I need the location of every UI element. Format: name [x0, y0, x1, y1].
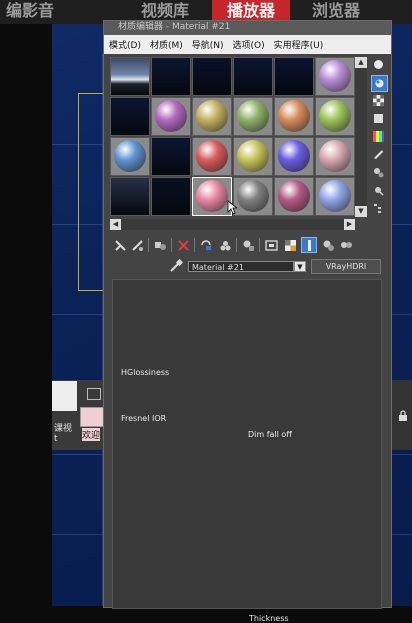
- material-navigator-icon[interactable]: [371, 201, 386, 216]
- assign-to-selection-icon[interactable]: [152, 237, 168, 253]
- select-by-material-icon[interactable]: [371, 183, 386, 198]
- material-toolbar: [110, 235, 385, 255]
- material-sphere: [155, 100, 187, 132]
- make-unique-icon[interactable]: [198, 237, 214, 253]
- material-sphere: [237, 140, 269, 172]
- material-sphere: [278, 180, 310, 212]
- material-name-dropdown-icon[interactable]: ▼: [294, 261, 306, 272]
- material-slot[interactable]: [110, 97, 150, 136]
- material-sphere: [196, 180, 228, 212]
- lock-icon[interactable]: [398, 410, 408, 425]
- show-end-result-icon[interactable]: [282, 237, 298, 253]
- material-slot[interactable]: [315, 177, 355, 216]
- material-slot[interactable]: [274, 137, 314, 176]
- thumbnail-white[interactable]: [52, 381, 77, 411]
- menu-material[interactable]: 材质(M): [150, 38, 183, 51]
- material-sphere: [278, 140, 310, 172]
- material-sphere: [237, 100, 269, 132]
- material-sphere: [319, 100, 351, 132]
- material-slot[interactable]: [151, 97, 191, 136]
- material-slot[interactable]: [110, 57, 150, 96]
- material-slot[interactable]: [315, 57, 355, 96]
- window-titlebar[interactable]: 材质编辑器 - Material #21: [104, 21, 391, 35]
- scroll-left-icon[interactable]: ◀: [110, 219, 121, 230]
- material-slot[interactable]: [274, 57, 314, 96]
- material-sphere: [278, 100, 310, 132]
- material-sphere: [237, 180, 269, 212]
- scroll-right-icon[interactable]: ▶: [344, 219, 355, 230]
- options-icon[interactable]: [371, 165, 386, 180]
- tab-video-edit[interactable]: 编影音: [0, 0, 60, 24]
- scroll-up-icon[interactable]: ▲: [355, 57, 367, 68]
- material-slot[interactable]: [192, 177, 232, 216]
- put-to-library-icon[interactable]: [217, 237, 233, 253]
- menu-utilities[interactable]: 实用程序(U): [274, 38, 324, 51]
- menu-mode[interactable]: 模式(D): [109, 38, 141, 51]
- video-color-check-icon[interactable]: [371, 129, 386, 144]
- menu-navigation[interactable]: 导航(N): [192, 38, 224, 51]
- material-slot[interactable]: [151, 137, 191, 176]
- material-slot[interactable]: [233, 97, 273, 136]
- mouse-cursor-icon: [227, 200, 237, 215]
- material-slot[interactable]: [192, 97, 232, 136]
- material-sphere: [196, 100, 228, 132]
- material-slot[interactable]: [233, 177, 273, 216]
- parameters-panel: HGlossiness Fresnel IOR Dim fall off Thi…: [112, 279, 382, 623]
- material-sphere: [196, 140, 228, 172]
- menu-options[interactable]: 选项(O): [233, 38, 265, 51]
- material-id-channel-icon[interactable]: [240, 237, 256, 253]
- material-slot[interactable]: [233, 137, 273, 176]
- material-name-field[interactable]: Material #21: [188, 261, 294, 272]
- scroll-down-icon[interactable]: ▼: [355, 206, 367, 217]
- material-slot[interactable]: [315, 97, 355, 136]
- param-dim-fall-off-label: Dim fall off: [248, 430, 292, 439]
- caption-welcome: 欢迎: [82, 428, 101, 441]
- param-fresnel-ior-label: Fresnel IOR: [121, 414, 167, 423]
- material-slot[interactable]: [192, 57, 232, 96]
- slots-horizontal-scrollbar[interactable]: ◀ ▶: [110, 219, 355, 230]
- put-to-scene-icon[interactable]: [129, 237, 145, 253]
- sample-slots-grid: [110, 57, 355, 217]
- material-sphere: [319, 180, 351, 212]
- square-icon[interactable]: [87, 388, 101, 400]
- material-sphere: [319, 140, 351, 172]
- material-type-button[interactable]: VRayHDRI: [311, 259, 381, 274]
- material-slot[interactable]: [315, 137, 355, 176]
- sample-type-sphere-icon[interactable]: [371, 57, 386, 72]
- go-forward-sibling-icon[interactable]: [320, 237, 336, 253]
- param-hglossiness-label: HGlossiness: [121, 368, 170, 377]
- reset-material-icon[interactable]: [175, 237, 191, 253]
- sample-uv-tiling-icon[interactable]: [371, 111, 386, 126]
- get-material-icon[interactable]: [112, 237, 128, 253]
- material-slot[interactable]: [151, 57, 191, 96]
- material-editor-window: 材质编辑器 - Material #21 模式(D) 材质(M) 导航(N) 选…: [103, 20, 392, 623]
- caption-t: t: [54, 434, 58, 444]
- caption-course: 课视: [54, 424, 73, 434]
- side-toolbar: [369, 55, 389, 225]
- material-slot[interactable]: [274, 97, 314, 136]
- go-to-parent-icon[interactable]: [301, 237, 317, 253]
- material-map-navigator-icon[interactable]: [338, 237, 354, 253]
- checker-background-icon[interactable]: [371, 93, 386, 108]
- menu-bar: 模式(D) 材质(M) 导航(N) 选项(O) 实用程序(U): [104, 35, 391, 54]
- show-shaded-material-icon[interactable]: [263, 237, 279, 253]
- slots-vertical-scrollbar[interactable]: ▲ ▼: [355, 57, 367, 217]
- window-title: 材质编辑器 - Material #21: [118, 22, 231, 32]
- material-slot[interactable]: [151, 177, 191, 216]
- make-preview-icon[interactable]: [371, 147, 386, 162]
- param-thickness-label: Thickness: [249, 614, 289, 623]
- material-slot[interactable]: [274, 177, 314, 216]
- material-slot[interactable]: [110, 137, 150, 176]
- material-slot[interactable]: [192, 137, 232, 176]
- material-sphere: [319, 60, 351, 92]
- material-slot[interactable]: [110, 177, 150, 216]
- material-slot[interactable]: [233, 57, 273, 96]
- material-name-row: Material #21 ▼ VRayHDRI: [104, 257, 391, 275]
- thumbnail-pink[interactable]: [80, 407, 104, 427]
- backlight-icon[interactable]: [371, 75, 388, 92]
- material-sphere: [114, 140, 146, 172]
- eyedropper-icon[interactable]: [169, 258, 184, 273]
